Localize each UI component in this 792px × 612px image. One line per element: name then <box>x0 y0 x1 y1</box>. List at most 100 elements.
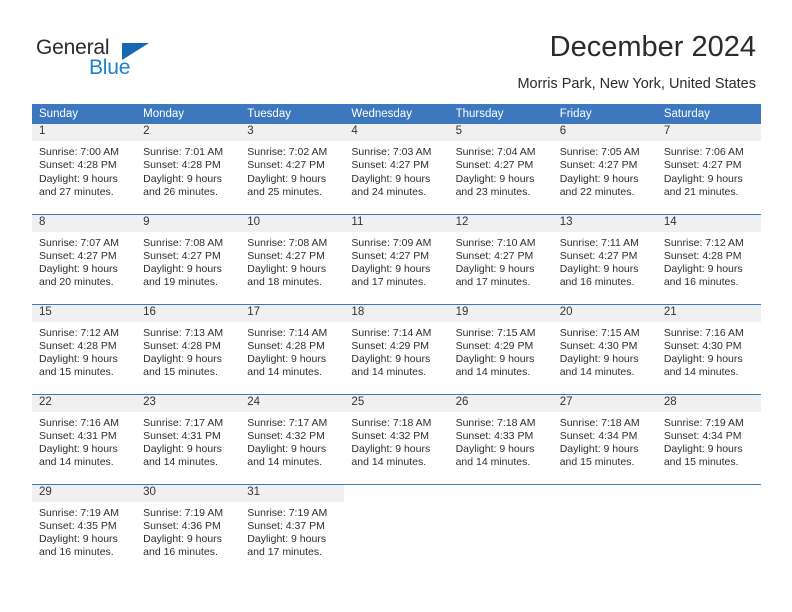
day-cell[interactable]: 9 Sunrise: 7:08 AM Sunset: 4:27 PM Dayli… <box>136 213 241 304</box>
daylight-line1: Daylight: 9 hours <box>39 533 118 546</box>
day-cell[interactable]: 6 Sunrise: 7:05 AM Sunset: 4:27 PM Dayli… <box>552 124 657 214</box>
day-info: Sunrise: 7:12 AM Sunset: 4:28 PM Dayligh… <box>32 322 136 380</box>
day-cell[interactable]: 13 Sunrise: 7:11 AM Sunset: 4:27 PM Dayl… <box>552 213 657 304</box>
sunrise-text: Sunrise: 7:04 AM <box>455 146 536 158</box>
calendar-week-row: 29 Sunrise: 7:19 AM Sunset: 4:35 PM Dayl… <box>32 483 761 574</box>
calendar-grid: Sunday Monday Tuesday Wednesday Thursday… <box>32 104 761 574</box>
daylight-line1: Daylight: 9 hours <box>455 353 535 366</box>
daylight-line1: Daylight: 9 hours <box>351 353 431 366</box>
day-cell[interactable]: 2 Sunrise: 7:01 AM Sunset: 4:28 PM Dayli… <box>136 124 241 214</box>
sunrise-text: Sunrise: 7:19 AM <box>39 506 119 519</box>
day-number: 11 <box>344 214 449 232</box>
calendar-table: Sunday Monday Tuesday Wednesday Thursday… <box>32 104 761 574</box>
daylight-line2: and 26 minutes. <box>143 185 218 198</box>
sunset-text: Sunset: 4:28 PM <box>143 339 221 352</box>
day-number: 17 <box>240 304 345 322</box>
day-cell[interactable]: 23 Sunrise: 7:17 AM Sunset: 4:31 PM Dayl… <box>136 393 241 484</box>
sunset-text: Sunset: 4:27 PM <box>663 159 742 172</box>
daylight-line1: Daylight: 9 hours <box>663 353 743 366</box>
day-cell[interactable]: 14 Sunrise: 7:12 AM Sunset: 4:28 PM Dayl… <box>656 213 761 304</box>
sunset-text: Sunset: 4:27 PM <box>351 249 430 262</box>
day-cell[interactable]: 11 Sunrise: 7:09 AM Sunset: 4:27 PM Dayl… <box>344 213 449 304</box>
sunset-text: Sunset: 4:28 PM <box>39 339 117 352</box>
page-subtitle-location: Morris Park, New York, United States <box>517 76 756 92</box>
day-cell[interactable]: 25 Sunrise: 7:18 AM Sunset: 4:32 PM Dayl… <box>344 393 449 484</box>
day-info: Sunrise: 7:19 AM Sunset: 4:35 PM Dayligh… <box>32 502 136 560</box>
sunset-text: Sunset: 4:32 PM <box>247 429 325 442</box>
sunrise-text: Sunrise: 7:19 AM <box>663 416 744 429</box>
sunrise-text: Sunrise: 7:18 AM <box>559 416 640 429</box>
day-number: 10 <box>240 214 345 232</box>
sunset-text: Sunset: 4:28 PM <box>663 249 742 262</box>
daylight-line2: and 14 minutes. <box>663 366 739 379</box>
sunrise-text: Sunrise: 7:13 AM <box>143 326 224 339</box>
day-cell[interactable]: 19 Sunrise: 7:15 AM Sunset: 4:29 PM Dayl… <box>448 303 553 394</box>
day-cell[interactable]: 21 Sunrise: 7:16 AM Sunset: 4:30 PM Dayl… <box>656 303 761 394</box>
day-cell[interactable]: 4 Sunrise: 7:03 AM Sunset: 4:27 PM Dayli… <box>344 124 449 214</box>
daylight-line2: and 17 minutes. <box>455 276 531 289</box>
sunrise-text: Sunrise: 7:14 AM <box>247 326 328 339</box>
daylight-line2: and 14 minutes. <box>559 366 635 379</box>
sunrise-text: Sunrise: 7:09 AM <box>351 236 432 249</box>
day-cell[interactable]: 7 Sunrise: 7:06 AM Sunset: 4:27 PM Dayli… <box>656 124 761 214</box>
day-number: 23 <box>136 394 241 412</box>
day-info: Sunrise: 7:02 AM Sunset: 4:27 PM Dayligh… <box>240 141 344 199</box>
sunset-text: Sunset: 4:33 PM <box>455 429 534 442</box>
day-info: Sunrise: 7:16 AM Sunset: 4:31 PM Dayligh… <box>32 412 136 470</box>
sunset-text: Sunset: 4:31 PM <box>39 429 117 442</box>
daylight-line2: and 15 minutes. <box>39 366 114 379</box>
daylight-line1: Daylight: 9 hours <box>247 533 327 546</box>
day-info: Sunrise: 7:18 AM Sunset: 4:33 PM Dayligh… <box>449 412 553 470</box>
day-number: 8 <box>32 214 137 232</box>
day-number: 12 <box>448 214 553 232</box>
sunset-text: Sunset: 4:28 PM <box>39 159 117 172</box>
day-info: Sunrise: 7:18 AM Sunset: 4:34 PM Dayligh… <box>553 412 657 470</box>
day-cell[interactable]: 16 Sunrise: 7:13 AM Sunset: 4:28 PM Dayl… <box>136 303 241 394</box>
daylight-line1: Daylight: 9 hours <box>559 172 639 185</box>
day-cell[interactable]: 18 Sunrise: 7:14 AM Sunset: 4:29 PM Dayl… <box>344 303 449 394</box>
day-cell[interactable]: 30 Sunrise: 7:19 AM Sunset: 4:36 PM Dayl… <box>136 483 241 574</box>
day-number: 25 <box>344 394 449 412</box>
daylight-line2: and 16 minutes. <box>143 546 218 559</box>
sunrise-text: Sunrise: 7:15 AM <box>559 326 640 339</box>
daylight-line1: Daylight: 9 hours <box>39 263 118 276</box>
general-blue-logo[interactable]: General Blue <box>36 36 216 84</box>
day-number: 28 <box>656 394 761 412</box>
day-cell[interactable]: 29 Sunrise: 7:19 AM Sunset: 4:35 PM Dayl… <box>32 483 137 574</box>
day-cell[interactable]: 8 Sunrise: 7:07 AM Sunset: 4:27 PM Dayli… <box>32 213 137 304</box>
daylight-line1: Daylight: 9 hours <box>39 443 118 456</box>
day-cell[interactable]: 15 Sunrise: 7:12 AM Sunset: 4:28 PM Dayl… <box>32 303 137 394</box>
day-cell[interactable]: 3 Sunrise: 7:02 AM Sunset: 4:27 PM Dayli… <box>240 124 345 214</box>
day-number: 22 <box>32 394 137 412</box>
page-title: December 2024 <box>549 31 756 63</box>
day-cell[interactable]: 27 Sunrise: 7:18 AM Sunset: 4:34 PM Dayl… <box>552 393 657 484</box>
daylight-line2: and 19 minutes. <box>143 276 218 289</box>
day-info: Sunrise: 7:03 AM Sunset: 4:27 PM Dayligh… <box>344 141 448 199</box>
sunset-text: Sunset: 4:28 PM <box>247 339 325 352</box>
daylight-line1: Daylight: 9 hours <box>143 443 222 456</box>
day-cell[interactable]: 1 Sunrise: 7:00 AM Sunset: 4:28 PM Dayli… <box>32 124 137 214</box>
day-cell[interactable]: 26 Sunrise: 7:18 AM Sunset: 4:33 PM Dayl… <box>448 393 553 484</box>
sunrise-text: Sunrise: 7:07 AM <box>39 236 119 249</box>
day-cell[interactable]: 24 Sunrise: 7:17 AM Sunset: 4:32 PM Dayl… <box>240 393 345 484</box>
day-cell[interactable]: 12 Sunrise: 7:10 AM Sunset: 4:27 PM Dayl… <box>448 213 553 304</box>
day-cell[interactable]: 17 Sunrise: 7:14 AM Sunset: 4:28 PM Dayl… <box>240 303 345 394</box>
day-cell[interactable]: 31 Sunrise: 7:19 AM Sunset: 4:37 PM Dayl… <box>240 483 345 574</box>
day-cell[interactable]: 20 Sunrise: 7:15 AM Sunset: 4:30 PM Dayl… <box>552 303 657 394</box>
weekday-header-sunday: Sunday <box>32 104 137 124</box>
sunrise-text: Sunrise: 7:08 AM <box>143 236 224 249</box>
day-number: 19 <box>448 304 553 322</box>
daylight-line2: and 15 minutes. <box>663 456 739 469</box>
day-cell[interactable]: 10 Sunrise: 7:08 AM Sunset: 4:27 PM Dayl… <box>240 213 345 304</box>
day-cell[interactable]: 5 Sunrise: 7:04 AM Sunset: 4:27 PM Dayli… <box>448 124 553 214</box>
day-number: 7 <box>656 124 761 141</box>
daylight-line1: Daylight: 9 hours <box>663 443 743 456</box>
day-number <box>344 484 449 502</box>
day-info: Sunrise: 7:13 AM Sunset: 4:28 PM Dayligh… <box>136 322 240 380</box>
day-cell-empty <box>344 483 449 574</box>
daylight-line1: Daylight: 9 hours <box>559 443 639 456</box>
day-cell[interactable]: 28 Sunrise: 7:19 AM Sunset: 4:34 PM Dayl… <box>656 393 761 484</box>
day-info: Sunrise: 7:11 AM Sunset: 4:27 PM Dayligh… <box>553 232 657 290</box>
daylight-line1: Daylight: 9 hours <box>455 443 535 456</box>
day-cell[interactable]: 22 Sunrise: 7:16 AM Sunset: 4:31 PM Dayl… <box>32 393 137 484</box>
